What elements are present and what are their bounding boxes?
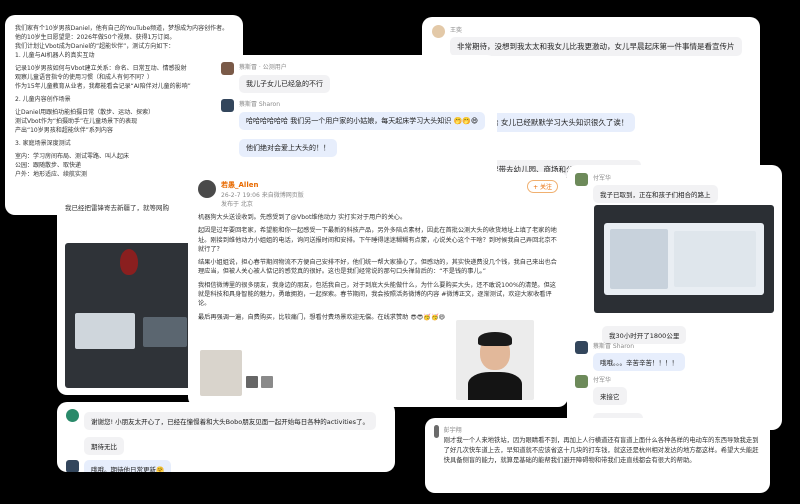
test-plan-line: 测试Vbot作为“拍摄助手”在儿童场景下的表现 [15, 118, 138, 125]
chat-message: 谢谢您! 小朋友太开心了，已经在憧憬着和大头Bobo朋友见面一起开始每日各种的a… [66, 409, 386, 455]
chat-card-lower-left: 我已经把雷锋寄去新疆了，就等网购 [57, 195, 202, 395]
sender-name: 彭宇翔 [443, 427, 462, 434]
car-dashboard-photo [594, 205, 774, 313]
car-display-screen [75, 313, 135, 349]
post-image-thumb[interactable] [246, 376, 258, 388]
message-text: 来接它 [593, 387, 627, 405]
test-plan-line: 让Daniel用跟拍功能拍摄日常（散步、运动、探索） [15, 109, 155, 116]
sender-name: 蔡斯冒 Sharon [239, 101, 281, 108]
test-plan-text: 我们家有个10岁男孩Daniel，他有自己的YouTube频道，梦想成为内容创作… [15, 24, 233, 179]
message-text: 我儿子女儿已经急的不行 [239, 75, 330, 93]
message-card-pengyuxiang: 彭宇翔 刚才我一个人来地铁站，因为眼睛看不到，再加上人行横道还有盲道上面什么各种… [425, 418, 770, 493]
test-plan-line: 公园：跟随散步、取快递 [15, 162, 82, 169]
post-paragraph: 机器狗大头送设收到。先感受到了@Vbot维他动力 实打实对于用户的关心。 [198, 214, 407, 221]
test-plan-line: 2. 儿童内容创作场景 [15, 96, 71, 103]
chat-card-sharon: 蔡斯冒 · 公测用户 我儿子女儿已经急的不行 蔡斯冒 Sharon 哈哈哈哈哈哈… [212, 55, 497, 185]
post-author[interactable]: 若愚_Allen [221, 180, 522, 190]
chat-card-bottom-left: 谢谢您! 小朋友太开心了，已经在憧憬着和大头Bobo朋友见面一起开始每日各种的a… [57, 402, 395, 472]
message-text: 非常期待，没想到我太太和我女儿比我更激动，女儿早晨起床第一件事情是看宣传片 [450, 37, 742, 56]
avatar [575, 341, 588, 354]
message-text: 谢谢您! 小朋友太开心了，已经在憧憬着和大头Bobo朋友见面一起开始每日各种的a… [84, 412, 377, 430]
follow-button[interactable]: + 关注 [527, 180, 558, 193]
chat-message: 彭宇翔 刚才我一个人来地铁站，因为眼睛看不到，再加上人行横道还有盲道上面什么各种… [434, 425, 761, 465]
message-text: 哦哦。。。辛苦辛苦！！！！ [593, 353, 685, 371]
message-text: 我已经把雷锋寄去新疆了，就等网购 [65, 204, 169, 212]
post-paragraph: 结果小姐姐说，担心春节期间物流不方便自己安排不好，他们统一帮大家操心了。但感动的… [198, 259, 557, 276]
avatar [66, 460, 79, 472]
chat-message: 付军华 我子已取到，正在和孩子们相合的路上 [575, 173, 774, 203]
post-image-person[interactable] [456, 320, 534, 400]
avatar [575, 173, 588, 186]
test-plan-line: 作为15年儿童教育从业者，我都能看会记录“AI陪伴对儿童的影响” [15, 83, 191, 90]
avatar [66, 409, 79, 422]
chat-message: 蔡斯冒 Sharon 哈哈哈哈哈哈 我们另一个用户家的小姑娘，每天起床学习大头知… [221, 99, 488, 157]
post-meta: 26-2-7 19:06 来自微博网页版 [221, 192, 304, 199]
chat-message: 蔡斯冒 Sharon 哦哦。。。辛苦辛苦！！！！ [575, 341, 685, 371]
test-plan-line: 产出“10岁男孩和超能伙伴”系列内容 [15, 127, 113, 134]
avatar [221, 99, 234, 112]
test-plan-line: 我们家有个10岁男孩Daniel，他有自己的YouTube频道，梦想成为内容创作… [15, 25, 229, 41]
test-plan-line: 3. 家庭场景深度测试 [15, 140, 71, 147]
avatar [575, 375, 588, 388]
avatar[interactable] [198, 180, 216, 198]
sender-name: 王奕 [450, 27, 463, 34]
post-paragraph: 起因是过年要回老家，希望能和你一起感受一下最新的科技产品，另外多陪点素材，因此在… [198, 227, 557, 253]
message-text: 哈哈哈哈哈哈 我们另一个用户家的小姑娘，每天起床学习大头知识 🤭🤭😄 [239, 112, 486, 130]
post-header: 若愚_Allen 26-2-7 19:06 来自微博网页版 发布于 北京 + 关… [198, 180, 558, 208]
hanging-ornament [120, 249, 138, 275]
sender-name: 蔡斯冒 · 公测用户 [239, 64, 287, 71]
car-interior-photo [65, 243, 193, 388]
chat-card-fujunhua: 付军华 我子已取到，正在和孩子们相合的路上 我30小时开了1800公里 蔡斯冒 … [567, 165, 782, 430]
avatar [221, 62, 234, 75]
test-plan-line: 记录10岁男孩如何与Vbot建立关系：命名、日常互动、情感投射 [15, 65, 187, 72]
avatar [434, 425, 439, 438]
post-paragraph: 我相信微博里的很多朋友，我身边的朋友，包括我自己，对于到底大头能做什么，为什么要… [198, 281, 556, 308]
sender-name: 蔡斯冒 Sharon [593, 343, 635, 350]
message-text: 他们绝对会爱上大头的！！ [239, 139, 337, 157]
post-image-robot[interactable] [200, 350, 242, 396]
weibo-post-card: 若愚_Allen 26-2-7 19:06 来自微博网页版 发布于 北京 + 关… [188, 172, 568, 407]
sender-name: 付军华 [593, 175, 612, 182]
chat-message: 哦哦。期待他日常更新🤗 [66, 460, 386, 472]
test-plan-line: 1. 儿童与AI机器人的真实互动 [15, 52, 95, 59]
message-text: 哦哦。期待他日常更新🤗 [84, 460, 172, 472]
post-location: 发布于 北京 [221, 201, 253, 208]
avatar [432, 25, 445, 38]
car-display-screen [604, 223, 764, 295]
chat-message: 蔡斯冒 · 公测用户 我儿子女儿已经急的不行 [221, 62, 488, 93]
sender-name: 付军华 [593, 377, 612, 384]
message-text: 哈 女儿已经默默学习大头知识很久了诶！ [484, 113, 636, 132]
test-plan-line: 室内：学习房间布局、测试零路、叫人起床 [15, 153, 130, 160]
chat-message: 王奕 非常期待，没想到我太太和我女儿比我更激动，女儿早晨起床第一件事情是看宣传片 [432, 25, 750, 56]
test-plan-line: 观察儿童语音指令的使用习惯（和成人有何不同？） [15, 74, 154, 81]
test-plan-line: 我们计划让Vbot成为Daniel的“超能伙伴”，测试方向如下： [15, 43, 175, 50]
message-text: 我子已取到，正在和孩子们相合的路上 [593, 185, 718, 203]
post-image-thumb[interactable] [261, 376, 273, 388]
message-text: 刚才我一个人来地铁站，因为眼睛看不到，再加上人行横道还有盲道上面什么各种各样的电… [443, 437, 759, 464]
post-body: 机器狗大头送设收到。先感受到了@Vbot维他动力 实打实对于用户的关心。 起因是… [198, 213, 558, 322]
message-text: 期待无比 [84, 437, 124, 455]
